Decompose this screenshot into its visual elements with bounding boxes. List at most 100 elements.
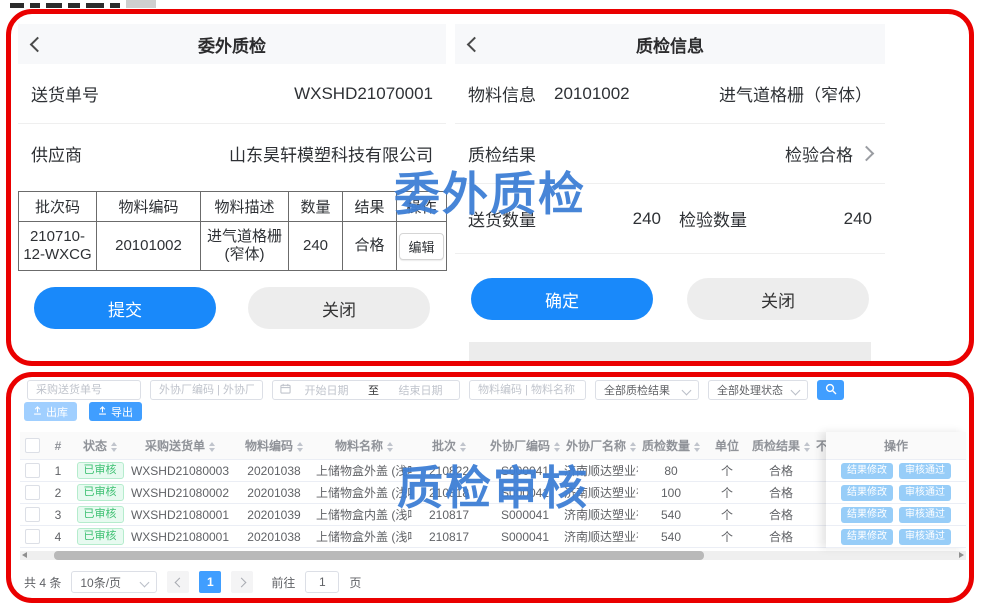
sort-icon[interactable]	[209, 442, 215, 452]
material-code-value: 20101002	[554, 84, 630, 104]
search-button[interactable]	[817, 380, 844, 400]
approve-button[interactable]: 审核通过	[899, 463, 951, 479]
review-header-row: # 状态 采购送货单 物料编码 物料名称 批次 外协厂编码 外协厂名称 质检数量…	[20, 432, 872, 460]
sort-icon[interactable]	[804, 442, 810, 452]
prev-page-button[interactable]	[167, 571, 189, 593]
page-size-select[interactable]: 10条/页	[71, 571, 157, 593]
chevron-down-icon	[140, 577, 150, 587]
date-separator: 至	[368, 382, 379, 398]
sort-icon[interactable]	[554, 442, 560, 452]
date-range-picker[interactable]: 开始日期 至 结束日期	[272, 380, 460, 400]
status-badge: 已审核	[77, 484, 124, 501]
page-1-button[interactable]: 1	[199, 571, 221, 593]
total-count: 共 4 条	[24, 574, 61, 591]
export-button[interactable]: 导出	[89, 402, 142, 421]
col-result[interactable]: 质检结果	[750, 432, 812, 460]
action-bar: 出库 导出	[24, 402, 142, 421]
material-info-label: 物料信息	[468, 81, 536, 106]
scroll-left-arrow-icon[interactable]	[22, 552, 27, 558]
approve-button[interactable]: 审核通过	[899, 507, 951, 523]
cutoff-text-fragment	[10, 1, 156, 8]
result-filter-value: 全部质检结果	[604, 382, 670, 398]
row-checkbox[interactable]	[25, 485, 40, 500]
col-unit: 单位	[704, 432, 750, 460]
approve-button[interactable]: 审核通过	[899, 485, 951, 501]
close-button-right[interactable]: 关闭	[687, 278, 869, 320]
col-order[interactable]: 采购送货单	[128, 432, 232, 460]
sort-icon[interactable]	[111, 442, 117, 452]
action-column-header: 操作	[826, 432, 966, 460]
col-result: 结果	[343, 192, 397, 222]
filter-bar: 开始日期 至 结束日期 全部质检结果 全部处理状态	[27, 380, 844, 400]
cutoff-gray-box	[126, 0, 156, 8]
inspection-result-row[interactable]: 质检结果 检验合格	[455, 124, 885, 184]
modify-result-button[interactable]: 结果修改	[841, 529, 893, 545]
col-batch[interactable]: 批次	[412, 432, 486, 460]
screenshot-root: 委外质检 送货单号 WXSHD21070001 供应商 山东昊轩模塑科技有限公司…	[0, 0, 988, 609]
col-material-code[interactable]: 物料编码	[232, 432, 316, 460]
row-checkbox[interactable]	[25, 507, 40, 522]
end-date-placeholder[interactable]: 结束日期	[389, 382, 452, 398]
sort-icon[interactable]	[630, 442, 636, 452]
vendor-search-input[interactable]	[150, 380, 263, 400]
close-button-left[interactable]: 关闭	[248, 287, 430, 329]
upload-icon	[98, 406, 107, 418]
order-search-input[interactable]	[27, 380, 141, 400]
modify-result-button[interactable]: 结果修改	[841, 507, 893, 523]
col-qty[interactable]: 质检数量	[638, 432, 704, 460]
confirm-button[interactable]: 确定	[471, 278, 653, 320]
status-filter-select[interactable]: 全部处理状态	[708, 380, 808, 400]
calendar-icon	[280, 383, 291, 397]
review-table: # 状态 采购送货单 物料编码 物料名称 批次 外协厂编码 外协厂名称 质检数量…	[20, 432, 966, 549]
left-panel-navbar: 委外质检	[18, 24, 446, 64]
goto-page-input[interactable]	[305, 571, 339, 593]
start-date-placeholder[interactable]: 开始日期	[295, 382, 358, 398]
row-checkbox[interactable]	[25, 463, 40, 478]
col-material-code: 物料编码	[97, 192, 201, 222]
approve-button[interactable]: 审核通过	[899, 529, 951, 545]
col-status[interactable]: 状态	[72, 432, 128, 460]
sort-icon[interactable]	[387, 442, 393, 452]
edit-button[interactable]: 编辑	[399, 233, 443, 260]
col-material-name[interactable]: 物料名称	[316, 432, 412, 460]
col-vendor-name[interactable]: 外协厂名称	[564, 432, 638, 460]
items-header-row: 批次码 物料编码 物料描述 数量 结果 操作	[19, 192, 447, 222]
row-checkbox[interactable]	[25, 529, 40, 544]
action-row: 结果修改 审核通过	[826, 482, 966, 504]
item-batch: 210710-12-WXCG	[19, 222, 97, 271]
col-index: #	[44, 432, 72, 460]
outbound-button[interactable]: 出库	[24, 402, 77, 421]
col-vendor-code[interactable]: 外协厂编码	[486, 432, 564, 460]
col-batch-code: 批次码	[19, 192, 97, 222]
delivery-qty-label: 送货数量	[468, 206, 536, 231]
modify-result-button[interactable]: 结果修改	[841, 485, 893, 501]
result-filter-select[interactable]: 全部质检结果	[595, 380, 699, 400]
inspection-items-table: 批次码 物料编码 物料描述 数量 结果 操作 210710-12-WXCG 20…	[18, 191, 447, 271]
item-row: 210710-12-WXCG 20101002 进气道格栅(窄体) 240 合格…	[19, 222, 447, 271]
select-all-checkbox[interactable]	[25, 438, 40, 453]
material-search-input[interactable]	[469, 380, 586, 400]
item-desc: 进气道格栅(窄体)	[201, 222, 289, 271]
action-column: 操作 结果修改 审核通过 结果修改 审核通过 结果修改 审核通过 结果修改 审核…	[826, 432, 966, 548]
action-row: 结果修改 审核通过	[826, 504, 966, 526]
next-page-button[interactable]	[231, 571, 253, 593]
status-badge: 已审核	[77, 528, 124, 545]
delivery-order-value: WXSHD21070001	[294, 84, 433, 104]
upload-icon	[33, 406, 42, 418]
submit-button[interactable]: 提交	[34, 287, 216, 329]
horizontal-scrollbar[interactable]	[20, 551, 966, 560]
item-code: 20101002	[97, 222, 201, 271]
sort-icon[interactable]	[297, 442, 303, 452]
scrollbar-thumb[interactable]	[54, 551, 704, 560]
sort-icon[interactable]	[460, 442, 466, 452]
inspect-qty-value: 240	[844, 209, 872, 229]
chevron-down-icon	[791, 385, 801, 395]
status-badge: 已审核	[77, 506, 124, 523]
scroll-right-arrow-icon[interactable]	[959, 552, 964, 558]
table-row: 1 已审核 WXSHD21080003 20201038 上储物盒外盖 (浅啡)…	[20, 460, 872, 482]
chevron-left-icon	[174, 577, 184, 587]
table-row: 3 已审核 WXSHD21080001 20201039 上储物盒内盖 (浅啡)…	[20, 504, 872, 526]
modify-result-button[interactable]: 结果修改	[841, 463, 893, 479]
sort-icon[interactable]	[694, 442, 700, 452]
inspect-qty-label: 检验数量	[679, 206, 747, 231]
